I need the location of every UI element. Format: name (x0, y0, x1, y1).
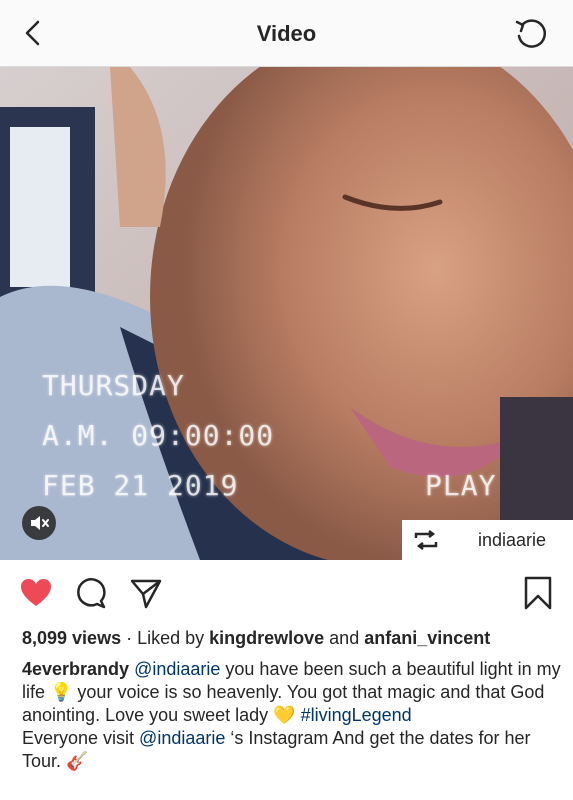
overlay-time: A.M. 09:00:00 (42, 419, 275, 452)
refresh-icon[interactable] (513, 16, 549, 52)
likes-line: 8,099 views · Liked by kingdrewlove and … (22, 627, 562, 650)
overlay-date: FEB 21 2019 (42, 469, 239, 502)
view-count[interactable]: 8,099 views (22, 628, 121, 648)
repost-username: indiaarie (478, 529, 547, 550)
and-text: and (324, 628, 365, 648)
share-icon[interactable] (130, 577, 162, 609)
post-meta: 8,099 views · Liked by kingdrewlove and … (22, 627, 562, 773)
repost-icon (414, 530, 438, 550)
heart-filled-icon[interactable] (20, 578, 52, 608)
caption: 4everbrandy @indiaarie you have been suc… (22, 658, 562, 773)
speaker-muted-icon (31, 516, 49, 530)
liker-username[interactable]: anfani_vincent (364, 628, 490, 648)
mention-link[interactable]: @indiaarie (139, 728, 225, 748)
liker-username[interactable]: kingdrewlove (209, 628, 324, 648)
video-player[interactable]: THURSDAY A.M. 09:00:00 FEB 21 2019 PLAY … (0, 67, 573, 560)
caption-author[interactable]: 4everbrandy (22, 659, 129, 679)
action-bar (0, 560, 573, 624)
mention-link[interactable]: @indiaarie (134, 659, 220, 679)
mute-button[interactable] (22, 506, 56, 540)
repost-tag[interactable]: indiaarie (402, 520, 573, 560)
bookmark-icon[interactable] (524, 576, 552, 610)
overlay-day: THURSDAY (42, 369, 185, 402)
hashtag-link[interactable]: #livingLegend (301, 705, 412, 725)
top-bar: Video (0, 0, 573, 67)
page-title: Video (256, 21, 317, 46)
comment-icon[interactable] (75, 577, 107, 609)
caption-text: Everyone visit (22, 728, 140, 748)
overlay-play: PLAY (425, 469, 497, 502)
liked-by-prefix: · Liked by (121, 628, 210, 648)
